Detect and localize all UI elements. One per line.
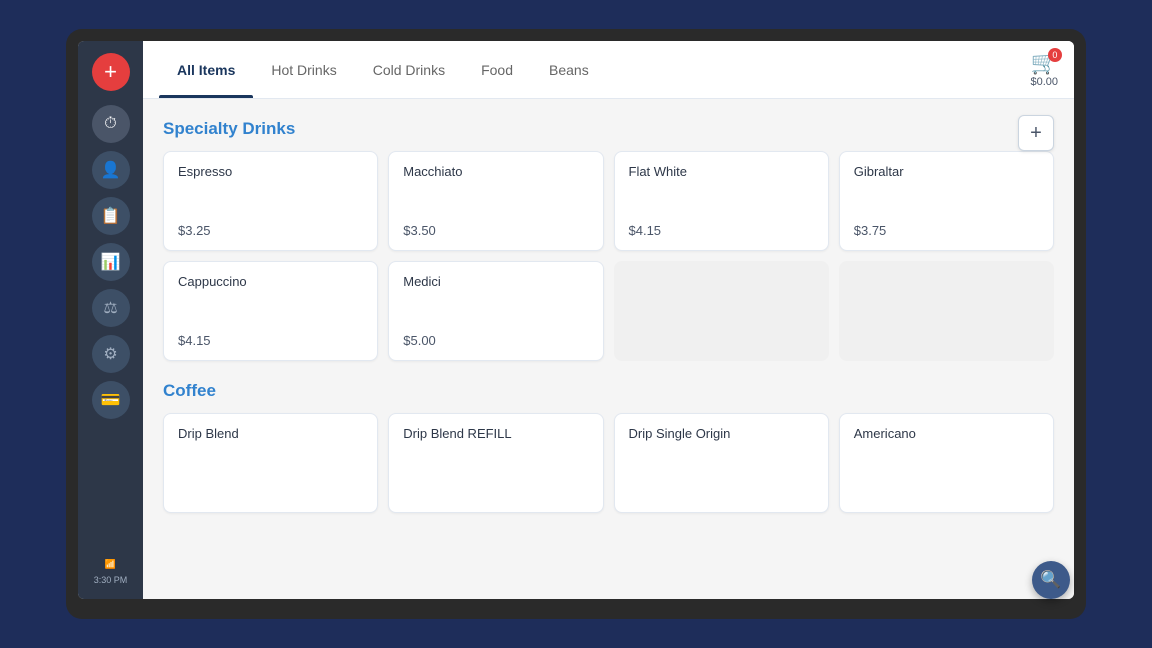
item-card-drip-blend[interactable]: Drip Blend [163, 413, 378, 513]
sidebar-item-orders[interactable]: 📋 [92, 197, 130, 235]
sidebar-item-clock[interactable]: ⏱ [92, 105, 130, 143]
tab-cold-drinks[interactable]: Cold Drinks [355, 41, 463, 98]
tab-hot-drinks[interactable]: Hot Drinks [253, 41, 354, 98]
item-price: $4.15 [629, 223, 814, 238]
add-item-button[interactable]: + [1018, 115, 1054, 151]
cart-badge: 0 [1048, 48, 1062, 62]
item-card-espresso[interactable]: Espresso $3.25 [163, 151, 378, 251]
item-name: Gibraltar [854, 164, 1039, 179]
item-card-flat-white[interactable]: Flat White $4.15 [614, 151, 829, 251]
item-price: $5.00 [403, 333, 588, 348]
item-price: $3.50 [403, 223, 588, 238]
item-name: Drip Single Origin [629, 426, 814, 441]
coffee-title: Coffee [163, 381, 1054, 401]
laptop-frame: + ⏱ 👤 📋 📊 ⚖ ⚙ 💳 📶 3:30 PM All Items Hot … [66, 29, 1086, 619]
content-area: + Specialty Drinks Espresso $3.25 Macchi… [143, 99, 1074, 599]
tab-food[interactable]: Food [463, 41, 531, 98]
item-card-gibraltar[interactable]: Gibraltar $3.75 [839, 151, 1054, 251]
sidebar-bottom: 📶 3:30 PM [94, 558, 128, 587]
item-card-empty-2 [839, 261, 1054, 361]
sidebar-item-payment[interactable]: 💳 [92, 381, 130, 419]
cart-area[interactable]: 🛒 0 $0.00 [1030, 52, 1058, 88]
item-name: Flat White [629, 164, 814, 179]
item-name: Americano [854, 426, 1039, 441]
item-name: Cappuccino [178, 274, 363, 289]
item-price: $3.75 [854, 223, 1039, 238]
item-card-cappuccino[interactable]: Cappuccino $4.15 [163, 261, 378, 361]
sidebar-item-analytics[interactable]: 📊 [92, 243, 130, 281]
item-card-drip-single-origin[interactable]: Drip Single Origin [614, 413, 829, 513]
item-name: Drip Blend REFILL [403, 426, 588, 441]
main-area: All Items Hot Drinks Cold Drinks Food Be… [143, 41, 1074, 599]
sidebar-item-scale[interactable]: ⚖ [92, 289, 130, 327]
coffee-grid: Drip Blend Drip Blend REFILL Drip Single… [163, 413, 1054, 513]
item-name: Espresso [178, 164, 363, 179]
sidebar-item-user[interactable]: 👤 [92, 151, 130, 189]
tab-all-items[interactable]: All Items [159, 41, 253, 98]
sidebar-item-settings[interactable]: ⚙ [92, 335, 130, 373]
item-card-drip-blend-refill[interactable]: Drip Blend REFILL [388, 413, 603, 513]
item-name: Macchiato [403, 164, 588, 179]
sidebar: + ⏱ 👤 📋 📊 ⚖ ⚙ 💳 📶 3:30 PM [78, 41, 143, 599]
header: All Items Hot Drinks Cold Drinks Food Be… [143, 41, 1074, 99]
search-fab[interactable]: 🔍 [1032, 561, 1070, 599]
specialty-drinks-title: Specialty Drinks [163, 119, 1054, 139]
item-card-americano[interactable]: Americano [839, 413, 1054, 513]
wifi-signal: 📶 [105, 558, 116, 571]
current-time: 3:30 PM [94, 574, 128, 587]
item-price: $3.25 [178, 223, 363, 238]
screen: + ⏱ 👤 📋 📊 ⚖ ⚙ 💳 📶 3:30 PM All Items Hot … [78, 41, 1074, 599]
tab-beans[interactable]: Beans [531, 41, 607, 98]
add-button[interactable]: + [92, 53, 130, 91]
tab-bar: All Items Hot Drinks Cold Drinks Food Be… [159, 41, 607, 98]
item-card-medici[interactable]: Medici $5.00 [388, 261, 603, 361]
item-card-macchiato[interactable]: Macchiato $3.50 [388, 151, 603, 251]
item-price: $4.15 [178, 333, 363, 348]
search-icon: 🔍 [1040, 570, 1061, 590]
item-name: Drip Blend [178, 426, 363, 441]
specialty-drinks-grid: Espresso $3.25 Macchiato $3.50 Flat Whit… [163, 151, 1054, 361]
item-name: Medici [403, 274, 588, 289]
cart-total: $0.00 [1030, 76, 1058, 88]
item-card-empty-1 [614, 261, 829, 361]
